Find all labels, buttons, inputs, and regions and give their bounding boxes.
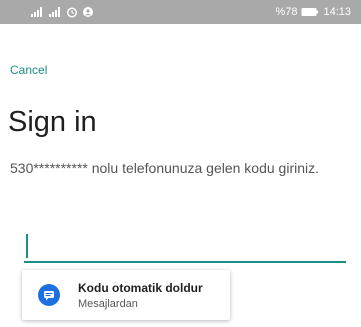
- code-input-container: [24, 231, 346, 265]
- verification-code-input[interactable]: [24, 231, 346, 263]
- signal-icon: [30, 6, 44, 18]
- autofill-code-suggestion[interactable]: Kodu otomatik doldur Mesajlardan: [22, 270, 230, 320]
- autofill-subtitle: Mesajlardan: [78, 298, 138, 310]
- phone-prefix: 530: [10, 160, 34, 176]
- message-icon: [38, 284, 60, 306]
- signal-icon: [48, 6, 62, 18]
- status-clock: 14:13: [323, 6, 351, 18]
- battery-percentage: %78: [275, 6, 298, 18]
- status-left-icons: [30, 5, 94, 19]
- page-title: Sign in: [8, 106, 97, 138]
- masked-phone-digits: **********: [33, 160, 88, 176]
- alarm-icon: [66, 6, 78, 18]
- text-cursor: [26, 234, 28, 258]
- status-bar: %78 14:13: [0, 0, 361, 24]
- status-right-info: %78 14:13: [275, 5, 351, 19]
- location-icon: [82, 6, 94, 18]
- instruction-rest: nolu telefonunuza gelen kodu giriniz.: [87, 160, 320, 176]
- cancel-button[interactable]: Cancel: [10, 63, 47, 77]
- battery-icon: [301, 6, 319, 18]
- autofill-title: Kodu otomatik doldur: [78, 281, 203, 295]
- instruction-text: 530********** nolu telefonunuza gelen ko…: [10, 158, 340, 179]
- sign-in-screen: %78 14:13 Cancel Sign in 530********** n…: [0, 0, 361, 327]
